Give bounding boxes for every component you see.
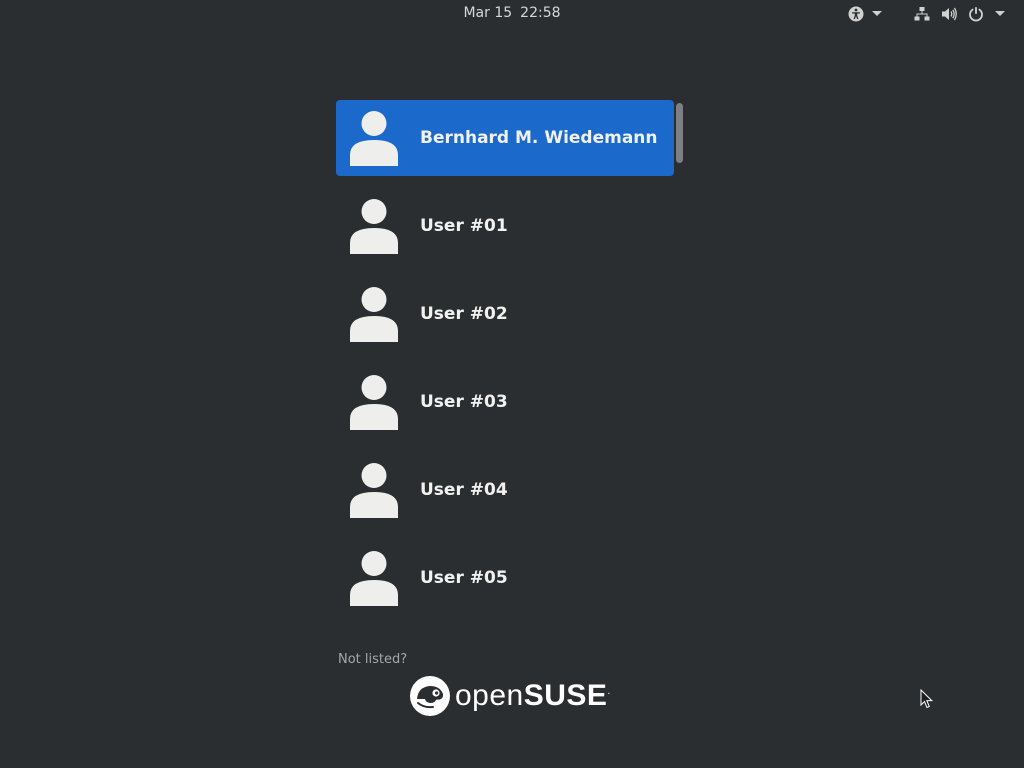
user-list-item[interactable]: User #02 <box>336 276 674 352</box>
power-icon <box>969 6 983 21</box>
user-avatar-icon <box>350 111 398 166</box>
mouse-pointer-icon <box>920 689 934 709</box>
opensuse-chameleon-icon <box>410 676 450 716</box>
user-name: User #01 <box>420 216 508 236</box>
user-list: Bernhard M. Wiedemann User #01 User #02 Use… <box>336 100 674 628</box>
accessibility-icon <box>848 6 864 21</box>
user-list-scrollbar[interactable] <box>676 103 683 163</box>
user-name: User #02 <box>420 304 508 324</box>
user-name: User #03 <box>420 392 508 412</box>
logo-text-suse: SUSE <box>523 679 608 712</box>
user-list-item[interactable]: User #04 <box>336 452 674 528</box>
top-bar: Mar 15 22:58 <box>0 0 1024 27</box>
user-list-item[interactable]: User #03 <box>336 364 674 440</box>
opensuse-wordmark: openSUSE. <box>455 679 611 713</box>
login-screen: Mar 15 22:58 Bernhard M. Wiedemann User … <box>0 0 1024 768</box>
user-name: User #05 <box>420 568 508 588</box>
avatar <box>336 100 412 176</box>
logo-mark: . <box>607 686 611 697</box>
clock-date: Mar 15 <box>463 5 513 21</box>
user-avatar-icon <box>350 287 398 342</box>
user-name: User #04 <box>420 480 508 500</box>
logo-text-open: open <box>455 679 524 712</box>
user-avatar-icon <box>350 199 398 254</box>
avatar <box>336 364 412 440</box>
accessibility-menu-button[interactable] <box>848 0 882 27</box>
avatar <box>336 540 412 616</box>
chevron-down-icon <box>872 11 882 16</box>
network-icon <box>914 6 930 20</box>
user-name: Bernhard M. Wiedemann <box>420 128 658 148</box>
not-listed-link[interactable]: Not listed? <box>338 652 407 667</box>
user-avatar-icon <box>350 375 398 430</box>
user-list-item[interactable]: User #05 <box>336 540 674 616</box>
system-menu-button[interactable] <box>914 0 1005 27</box>
avatar <box>336 276 412 352</box>
user-list-item[interactable]: User #01 <box>336 188 674 264</box>
clock-time: 22:58 <box>520 5 561 21</box>
avatar <box>336 188 412 264</box>
avatar <box>336 452 412 528</box>
user-avatar-icon <box>350 463 398 518</box>
user-list-item[interactable]: Bernhard M. Wiedemann <box>336 100 674 176</box>
opensuse-logo: openSUSE. <box>409 675 611 717</box>
volume-icon <box>942 7 957 20</box>
chevron-down-icon <box>995 11 1005 16</box>
user-avatar-icon <box>350 551 398 606</box>
